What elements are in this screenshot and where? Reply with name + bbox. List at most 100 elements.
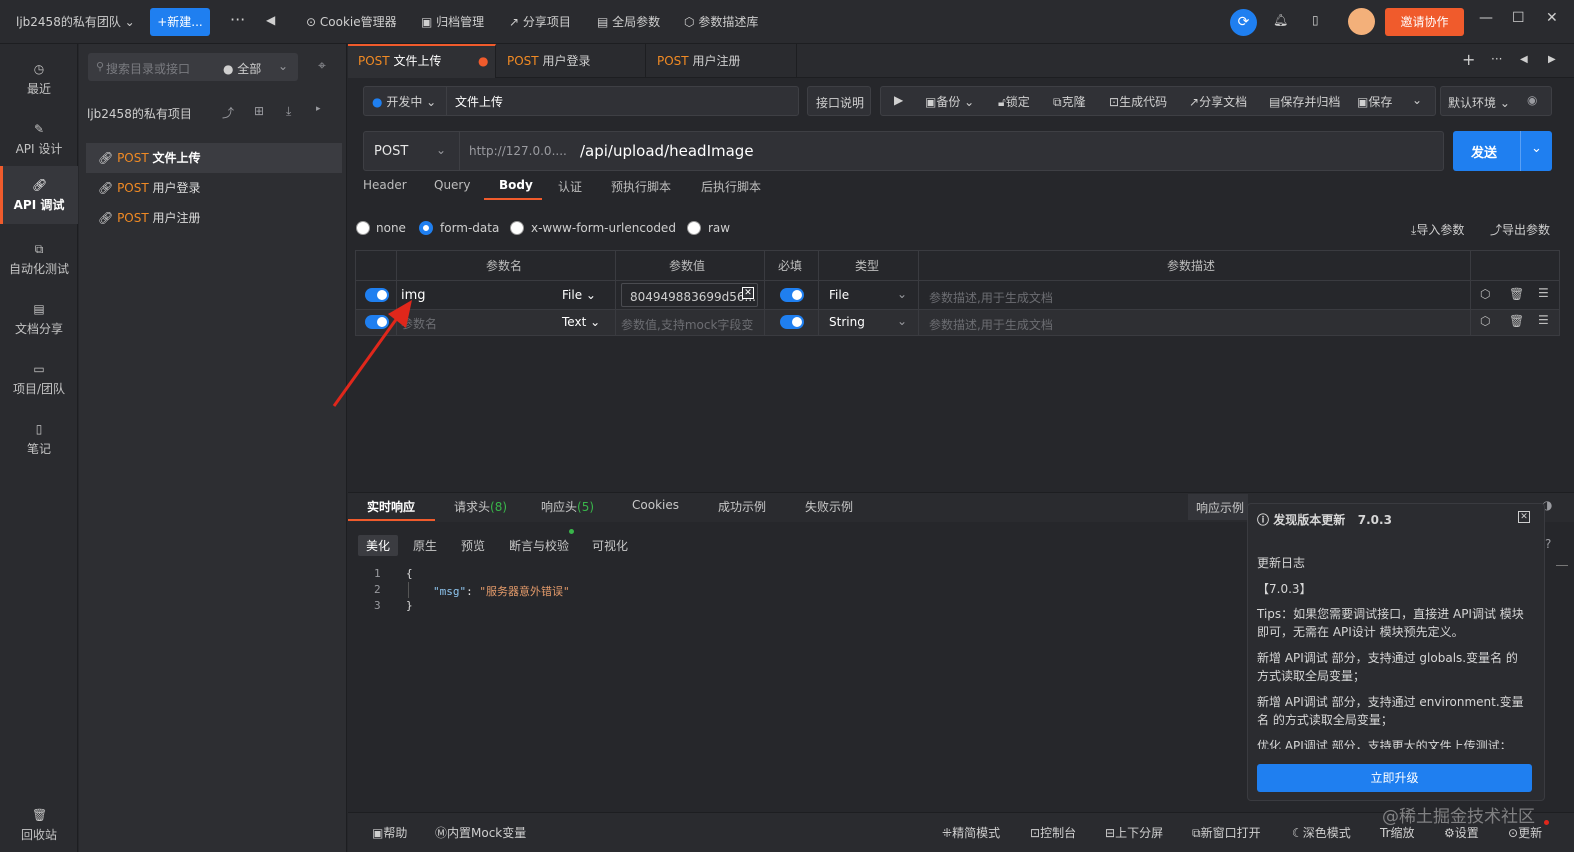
tab-file-upload[interactable]: POST 文件上传 ● [348, 44, 496, 78]
expand-icon[interactable]: ▸ [316, 104, 321, 114]
archive-button[interactable]: ▣ 归档管理 [421, 13, 484, 30]
collapse-icon[interactable]: ◀ [266, 13, 275, 27]
sync-icon[interactable]: ⟳ [1230, 9, 1257, 36]
tab-cookies[interactable]: Cookies [632, 498, 679, 512]
export-params-button[interactable]: ⤴导出参数 [1490, 221, 1550, 238]
more-icon[interactable]: ··· [1491, 52, 1502, 66]
file-value-field[interactable]: 804949883699d56... ✕ [621, 283, 758, 307]
backup-button[interactable]: ▣备份 ⌄ [925, 93, 974, 110]
mock-vars-button[interactable]: Ⓜ内置Mock变量 [435, 824, 526, 841]
nav-trash[interactable]: 🗑︎ 回收站 [0, 796, 78, 852]
tab-left-icon[interactable]: ◀ [1520, 54, 1528, 65]
type-select[interactable]: String [829, 315, 865, 329]
chevron-down-icon[interactable]: ⌄ [897, 314, 907, 328]
radio-form-data[interactable] [419, 221, 433, 235]
delete-icon[interactable]: 🗑︎ [1509, 287, 1524, 301]
cube-icon[interactable]: ⬡ [1480, 314, 1490, 328]
nav-notes[interactable]: ▯ 笔记 [0, 410, 78, 468]
save-button[interactable]: ▣保存 [1357, 93, 1392, 110]
tree-item-user-login[interactable]: 🔗︎ POST 用户登录 [86, 173, 342, 203]
cookie-manager-button[interactable]: ⊙ Cookie管理器 [306, 13, 397, 30]
share-doc-button[interactable]: ↗分享文档 [1189, 93, 1247, 110]
save-options-chevron-icon[interactable]: ⌄ [1412, 93, 1422, 107]
filter-select[interactable]: ● 全部 [223, 60, 261, 77]
tab-assertions[interactable]: 断言与校验 [501, 535, 577, 556]
close-icon[interactable]: ✕ [1546, 10, 1558, 26]
host-select[interactable]: http://127.0.0.... [469, 144, 567, 158]
popup-close-icon[interactable]: ✕ [1518, 511, 1530, 523]
download-icon[interactable]: ⤓ [286, 104, 291, 119]
status-select[interactable]: ● 开发中 ⌄ [372, 93, 436, 110]
help-icon[interactable]: ? [1545, 537, 1551, 551]
more-menu-button[interactable]: ··· [230, 10, 245, 29]
tab-right-icon[interactable]: ▶ [1548, 54, 1556, 65]
api-name-input[interactable]: 文件上传 [455, 93, 503, 110]
tab-realtime-response[interactable]: 实时响应 [367, 498, 415, 515]
required-toggle[interactable] [780, 288, 804, 302]
lock-button[interactable]: 🔓︎锁定 [998, 93, 1030, 110]
response-example-button[interactable]: 响应示例 [1188, 494, 1248, 520]
invite-button[interactable]: 邀请协作 [1385, 8, 1464, 36]
import-params-button[interactable]: ⤓导入参数 [1411, 221, 1464, 238]
tab-fail-example[interactable]: 失败示例 [805, 498, 853, 515]
nav-api-design[interactable]: ✎ API 设计 [0, 110, 78, 168]
drag-handle-icon[interactable]: ☰ [1538, 286, 1549, 300]
nav-doc-share[interactable]: ▤ 文档分享 [0, 290, 78, 348]
chevron-down-icon[interactable]: ⌄ [897, 287, 907, 301]
share-project-button[interactable]: ↗ 分享项目 [509, 13, 571, 30]
radio-raw[interactable] [687, 221, 701, 235]
run-icon[interactable]: ▶ [894, 93, 903, 107]
tree-search-input[interactable]: ⚲ 搜索目录或接口 ● 全部 ⌄ [88, 53, 298, 81]
param-kind-select[interactable]: Text ⌄ [562, 315, 600, 329]
tab-pretty[interactable]: 美化 [358, 535, 399, 556]
cube-icon[interactable]: ⬡ [1480, 287, 1490, 301]
new-button[interactable]: +新建... [150, 8, 210, 36]
share-icon[interactable]: ⤴ [222, 104, 234, 121]
bell-icon[interactable]: 🔔︎ [1273, 13, 1288, 27]
avatar[interactable] [1348, 8, 1375, 35]
help-button[interactable]: ▣帮助 [372, 824, 407, 841]
save-archive-button[interactable]: ▤保存并归档 [1269, 93, 1340, 110]
type-select[interactable]: File [829, 288, 849, 302]
tab-user-login[interactable]: POST 用户登录 [497, 44, 646, 78]
method-select[interactable]: POST [374, 144, 408, 159]
param-desc-input[interactable]: 参数描述,用于生成文档 [929, 316, 1053, 333]
param-value-input[interactable]: 参数值,支持mock字段变 [621, 316, 753, 333]
doc-button[interactable]: 接口说明 [807, 86, 871, 116]
tab-post-script[interactable]: 后执行脚本 [701, 178, 761, 195]
folder-add-icon[interactable]: ⊞ [254, 104, 264, 118]
upgrade-button[interactable]: 立即升级 [1257, 764, 1532, 792]
drag-handle-icon[interactable]: ☰ [1538, 313, 1549, 327]
send-button[interactable]: 发送 ⌄ [1453, 131, 1552, 171]
new-window-button[interactable]: ⧉新窗口打开 [1192, 824, 1261, 841]
radio-none[interactable] [356, 221, 370, 235]
delete-icon[interactable]: 🗑︎ [1509, 314, 1524, 328]
dark-mode-button[interactable]: ☾深色模式 [1292, 824, 1351, 841]
param-desc-input[interactable]: 参数描述,用于生成文档 [929, 289, 1053, 306]
tab-visualize[interactable]: 可视化 [584, 535, 636, 556]
tree-item-file-upload[interactable]: 🔗︎ POST 文件上传 [86, 143, 342, 173]
add-tab-icon[interactable]: + [1462, 50, 1475, 69]
tab-user-register[interactable]: POST 用户注册 [647, 44, 797, 78]
console-button[interactable]: ⊡控制台 [1030, 824, 1076, 841]
param-kind-select[interactable]: File ⌄ [562, 288, 596, 302]
nav-auto-test[interactable]: ⧉ 自动化测试 [0, 230, 78, 288]
clear-file-icon[interactable]: ✕ [742, 287, 754, 299]
param-library-button[interactable]: ⬡ 参数描述库 [684, 13, 758, 30]
required-toggle[interactable] [780, 315, 804, 329]
nav-api-debug[interactable]: 🔗︎ API 调试 [0, 166, 78, 224]
tab-response-headers[interactable]: 响应头(5) [541, 498, 594, 515]
chevron-down-icon[interactable]: ⌄ [1531, 141, 1542, 156]
tab-pre-script[interactable]: 预执行脚本 [611, 178, 671, 195]
url-path-input[interactable]: /api/upload/headImage [580, 142, 754, 160]
simple-mode-button[interactable]: ⁜精简模式 [942, 824, 1000, 841]
tab-body[interactable]: Body [499, 178, 533, 192]
tab-auth[interactable]: 认证 [558, 178, 582, 195]
minimize-icon[interactable]: — [1479, 10, 1493, 26]
env-select[interactable]: 默认环境 ⌄ ◉ [1440, 86, 1552, 116]
eye-icon[interactable]: ◉ [1527, 93, 1537, 107]
chevron-down-icon[interactable]: ⌄ [278, 59, 288, 73]
maximize-icon[interactable]: ☐ [1512, 10, 1525, 26]
tab-raw[interactable]: 原生 [405, 535, 445, 556]
gen-code-button[interactable]: ⊡生成代码 [1109, 93, 1167, 110]
